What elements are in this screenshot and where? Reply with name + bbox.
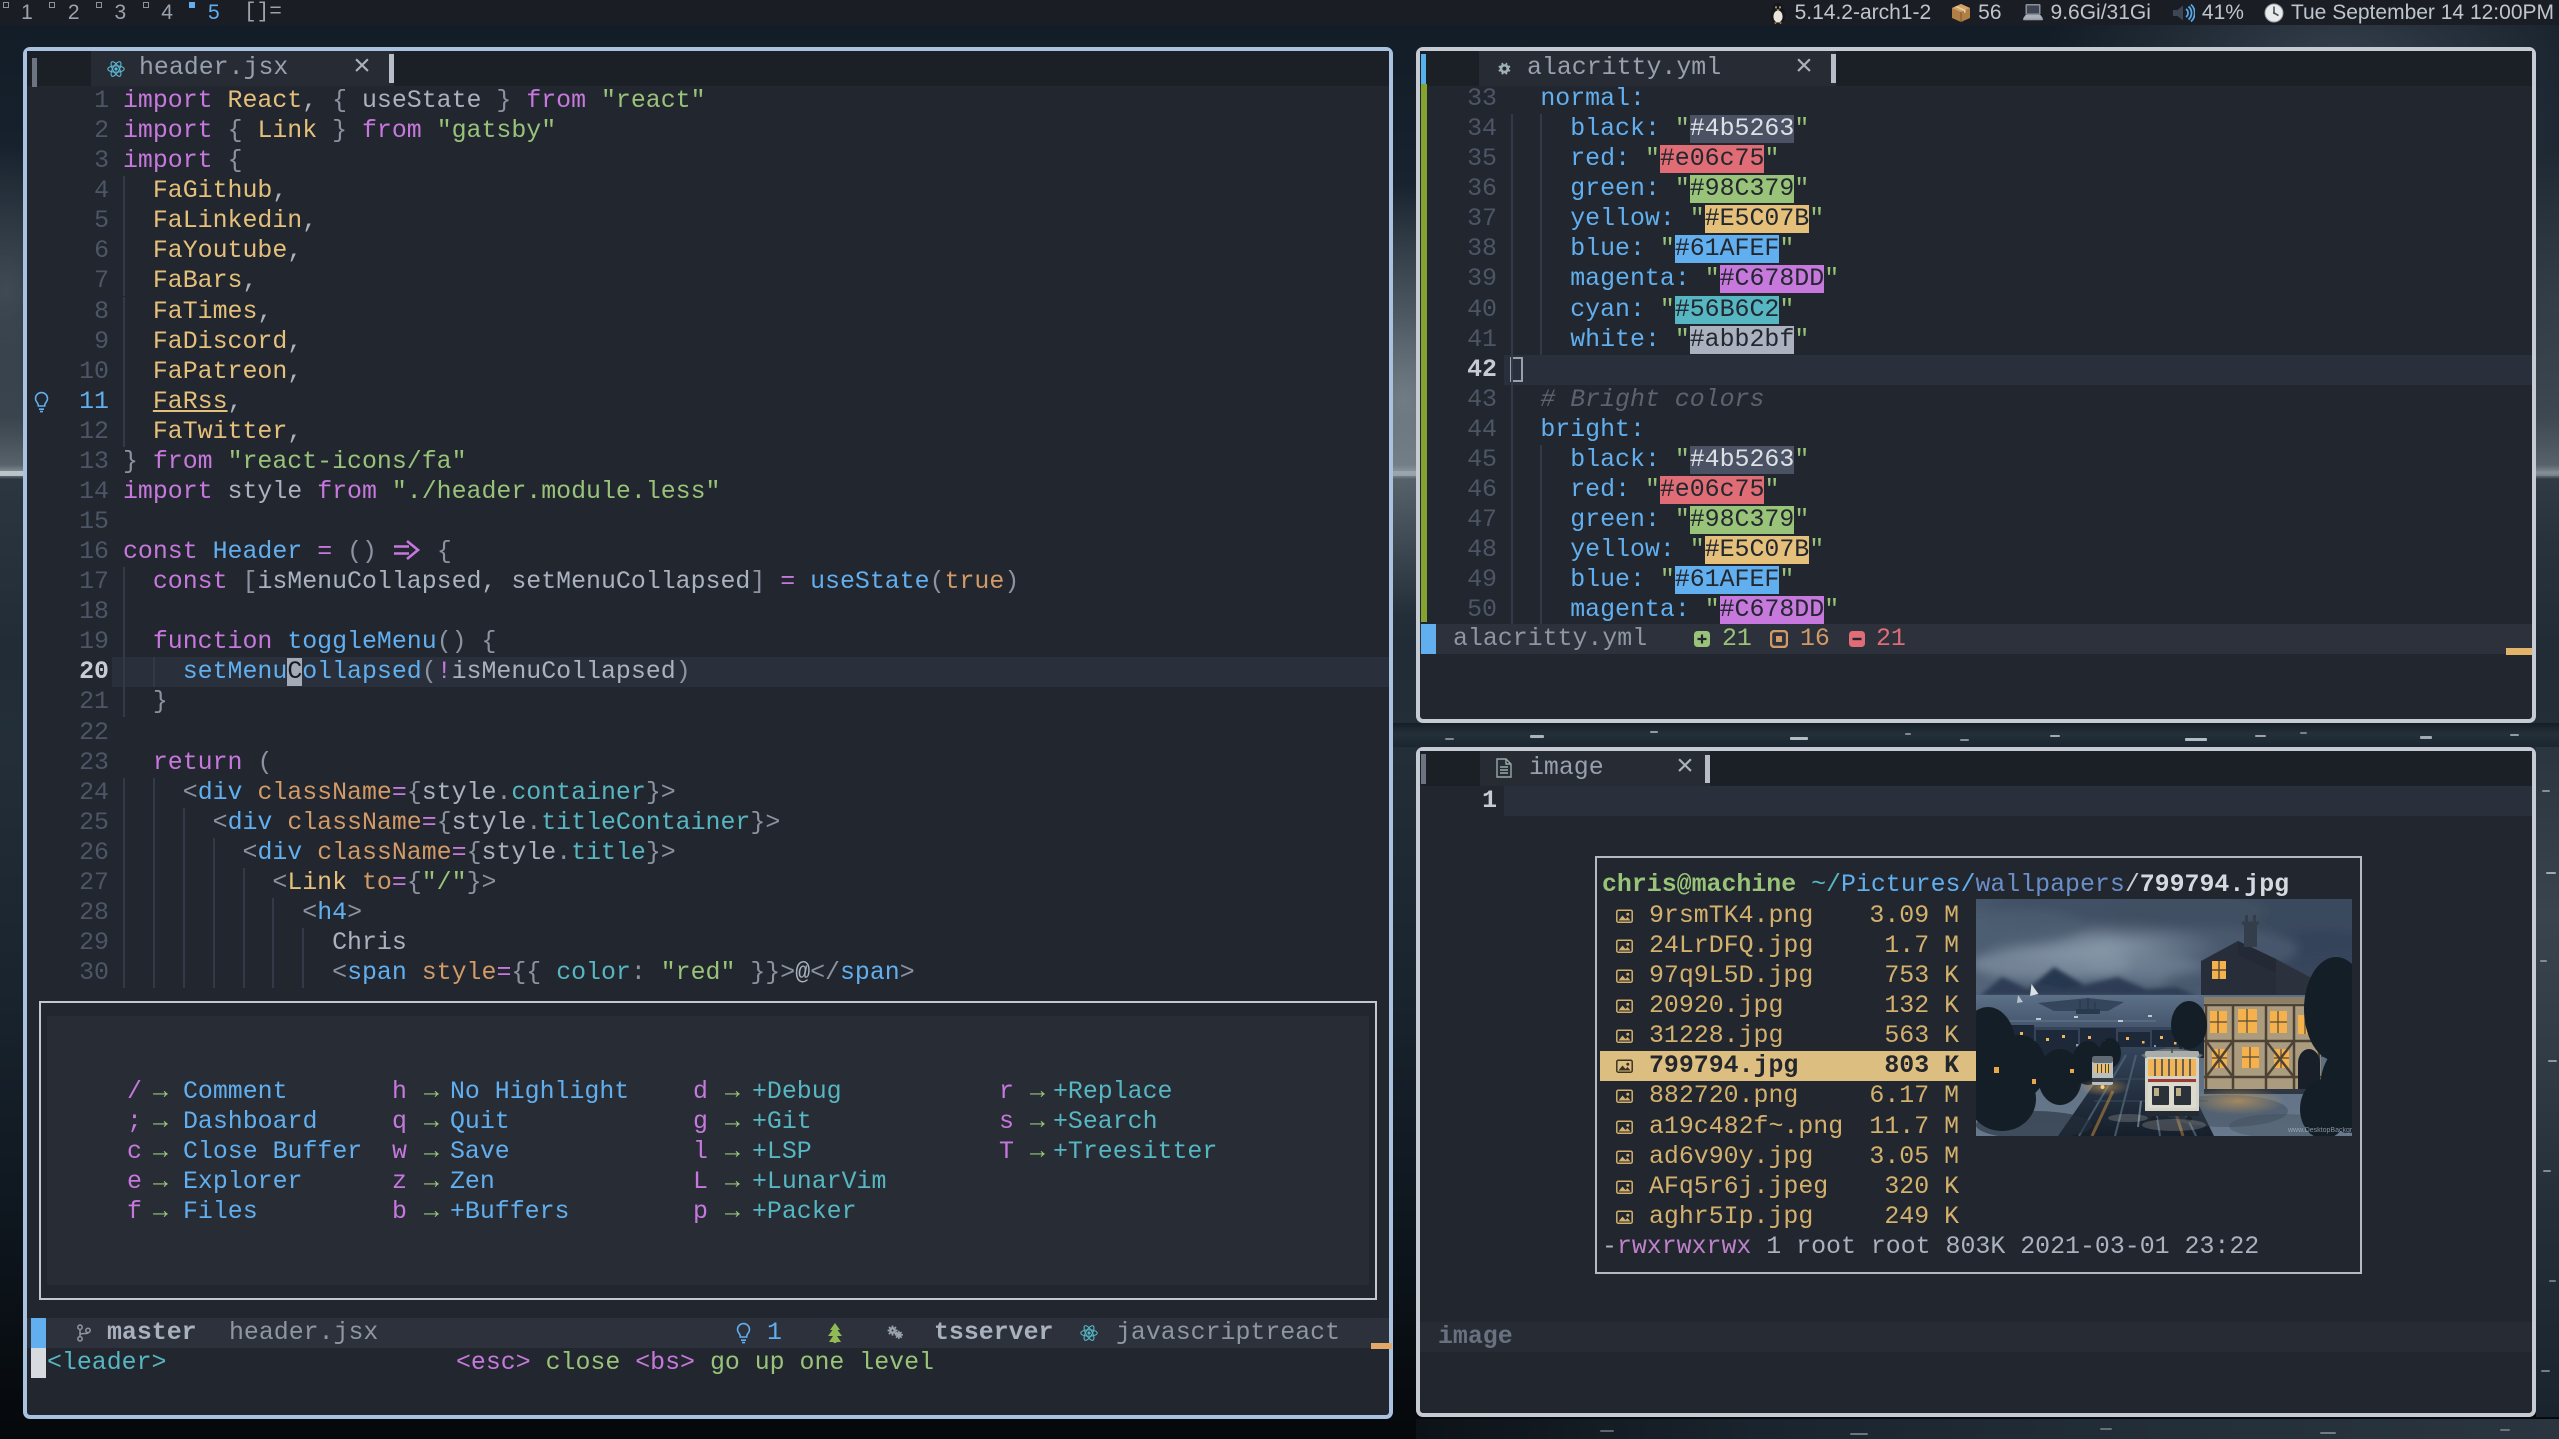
svg-text:www.DesktopBackground.org: www.DesktopBackground.org <box>2287 1127 2352 1134</box>
